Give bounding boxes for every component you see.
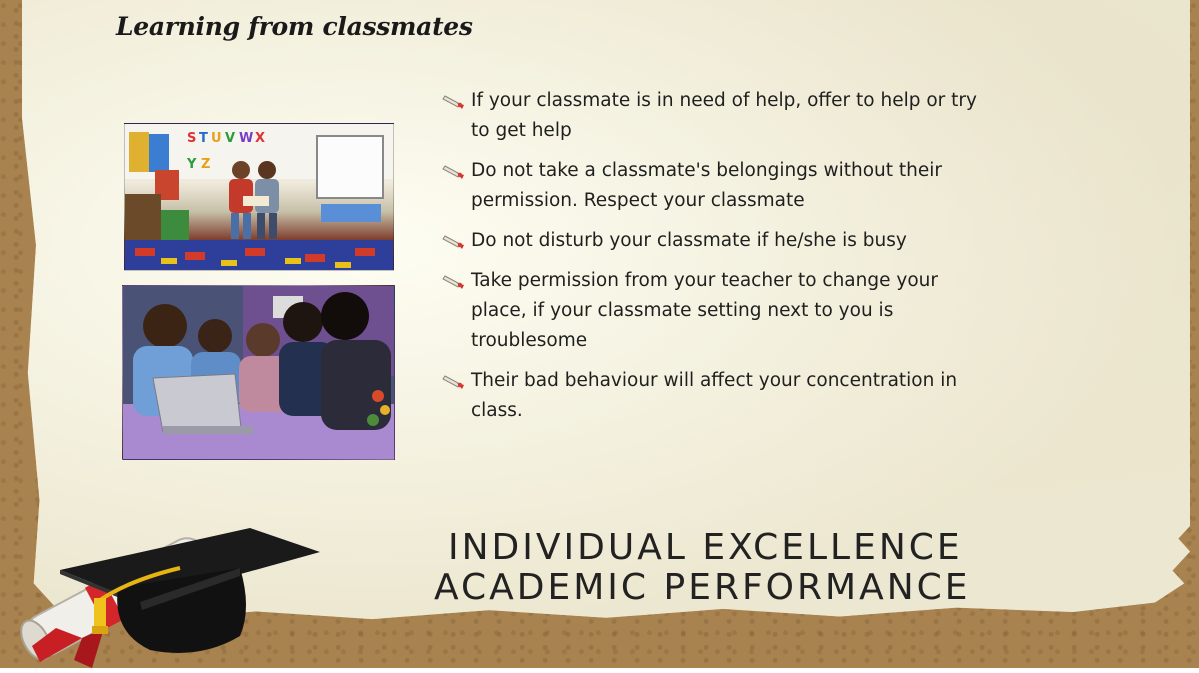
svg-text:Y: Y [186,157,197,172]
svg-text:X: X [255,131,265,146]
scroll-icon [442,275,464,289]
list-item: Do not disturb your classmate if he/she … [440,226,980,256]
svg-text:W: W [239,131,253,146]
list-item: Do not take a classmate's belongings wit… [440,156,980,216]
svg-text:T: T [199,131,208,146]
list-item-text: Do not disturb your classmate if he/she … [471,230,907,251]
graduation-cap-diploma-icon [20,528,320,668]
classroom-children-photo: ST UV WX YZ [124,123,394,271]
list-item-text: Take permission from your teacher to cha… [471,270,938,351]
slide-title: Learning from classmates [116,12,473,41]
slide: Learning from classmates ST UV WX YZ If … [0,0,1199,668]
list-item: Take permission from your teacher to cha… [440,266,980,356]
svg-text:V: V [225,131,235,146]
footer-banner: INDIVIDUAL EXCELLENCE ACADEMIC PERFORMAN… [434,528,1024,608]
scroll-icon [442,375,464,389]
students-laptop-photo [122,285,395,460]
footer-line-1: INDIVIDUAL EXCELLENCE [448,527,963,568]
bullet-list: If your classmate is in need of help, of… [440,86,980,436]
list-item: If your classmate is in need of help, of… [440,86,980,146]
svg-text:S: S [187,131,196,146]
scroll-icon [442,95,464,109]
svg-text:U: U [211,131,222,146]
footer-line-2: ACADEMIC PERFORMANCE [434,567,971,608]
list-item-text: Do not take a classmate's belongings wit… [471,160,942,211]
svg-text:Z: Z [201,157,210,172]
list-item-text: If your classmate is in need of help, of… [471,90,977,141]
scroll-icon [442,235,464,249]
list-item: Their bad behaviour will affect your con… [440,366,980,426]
list-item-text: Their bad behaviour will affect your con… [471,370,958,421]
scroll-icon [442,165,464,179]
